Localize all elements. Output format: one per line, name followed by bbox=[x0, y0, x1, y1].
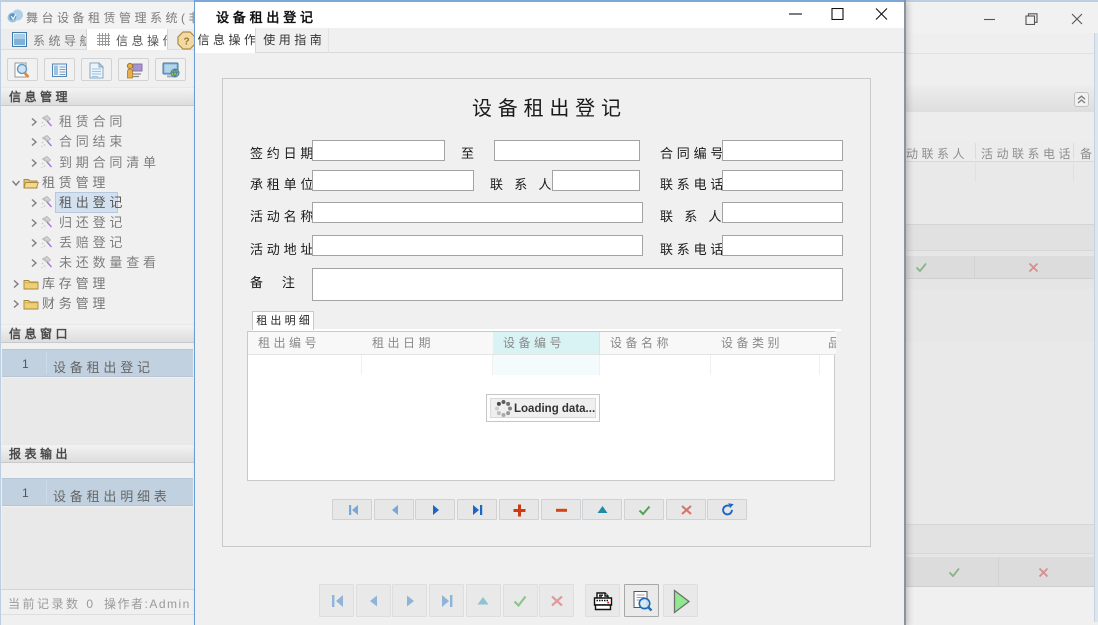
svg-text:?: ? bbox=[183, 37, 189, 48]
